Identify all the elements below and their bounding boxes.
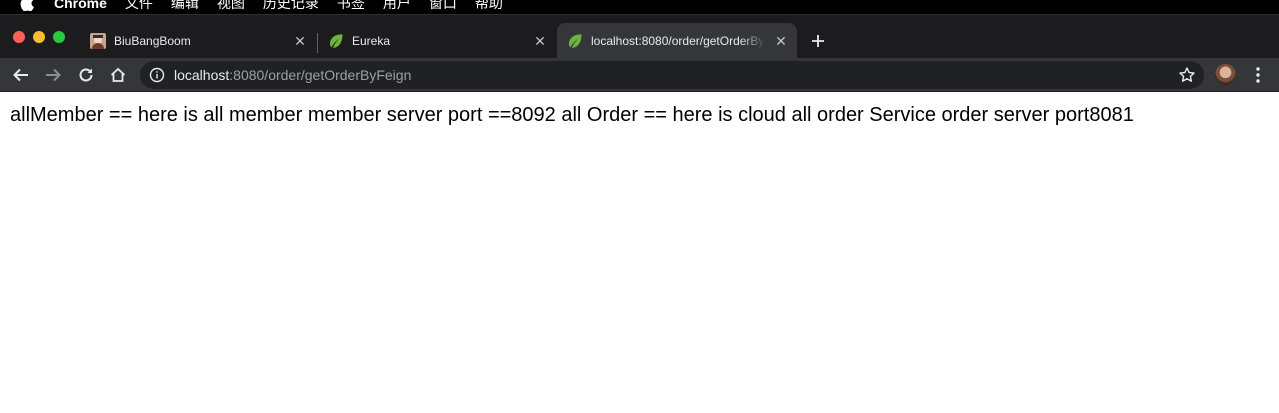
back-arrow-icon[interactable] — [9, 63, 33, 87]
close-window-button[interactable] — [13, 31, 25, 43]
menu-item-help[interactable]: 帮助 — [475, 0, 503, 13]
home-icon[interactable] — [106, 63, 130, 87]
menu-item-view[interactable]: 视图 — [217, 0, 245, 13]
menu-item-file[interactable]: 文件 — [125, 0, 153, 13]
menu-item-people[interactable]: 用户 — [383, 0, 411, 13]
spring-leaf-icon — [567, 33, 583, 49]
tab-active-localhost[interactable]: localhost:8080/order/getOrderByFeign ✕ — [557, 23, 797, 59]
url-text[interactable]: localhost:8080/order/getOrderByFeign — [174, 67, 411, 83]
url-path: :8080/order/getOrderByFeign — [229, 67, 412, 83]
menu-app-name[interactable]: Chrome — [54, 0, 107, 11]
tab-title: localhost:8080/order/getOrderByFeign — [591, 34, 766, 48]
reload-icon[interactable] — [74, 63, 98, 87]
close-icon[interactable]: ✕ — [532, 33, 548, 49]
address-bar[interactable]: localhost:8080/order/getOrderByFeign — [140, 61, 1204, 89]
close-icon[interactable]: ✕ — [292, 33, 308, 49]
menu-item-bookmarks[interactable]: 书签 — [337, 0, 365, 13]
bookmark-star-icon[interactable] — [1178, 66, 1196, 84]
profile-avatar[interactable] — [1215, 64, 1236, 85]
tab-title: BiuBangBoom — [114, 34, 191, 48]
tab-eureka[interactable]: Eureka ✕ — [318, 23, 556, 59]
spring-leaf-icon — [328, 33, 344, 49]
tab-title: Eureka — [352, 34, 391, 48]
fullscreen-window-button[interactable] — [53, 31, 65, 43]
menu-item-window[interactable]: 窗口 — [429, 0, 457, 13]
forward-arrow-icon[interactable] — [41, 63, 65, 87]
close-icon[interactable]: ✕ — [773, 33, 789, 49]
macos-menu-bar: Chrome 文件 编辑 视图 历史记录 书签 用户 窗口 帮助 — [0, 0, 1279, 14]
tab-strip: BiuBangBoom ✕ Eureka ✕ localhost:8080/or… — [0, 14, 1279, 59]
apple-logo-icon[interactable] — [20, 0, 34, 11]
tab-biubangboom[interactable]: BiuBangBoom ✕ — [78, 23, 316, 59]
info-circle-icon[interactable] — [149, 67, 165, 83]
browser-toolbar: localhost:8080/order/getOrderByFeign — [0, 58, 1279, 92]
menu-item-edit[interactable]: 编辑 — [171, 0, 199, 13]
page-body-text: allMember == here is all member member s… — [10, 104, 1134, 126]
url-host: localhost — [174, 67, 230, 83]
menu-item-history[interactable]: 历史记录 — [263, 0, 319, 13]
more-options-kebab-icon[interactable] — [1250, 64, 1266, 86]
photo-favicon-icon — [90, 33, 106, 49]
minimize-window-button[interactable] — [33, 31, 45, 43]
new-tab-plus-icon[interactable] — [806, 29, 830, 53]
